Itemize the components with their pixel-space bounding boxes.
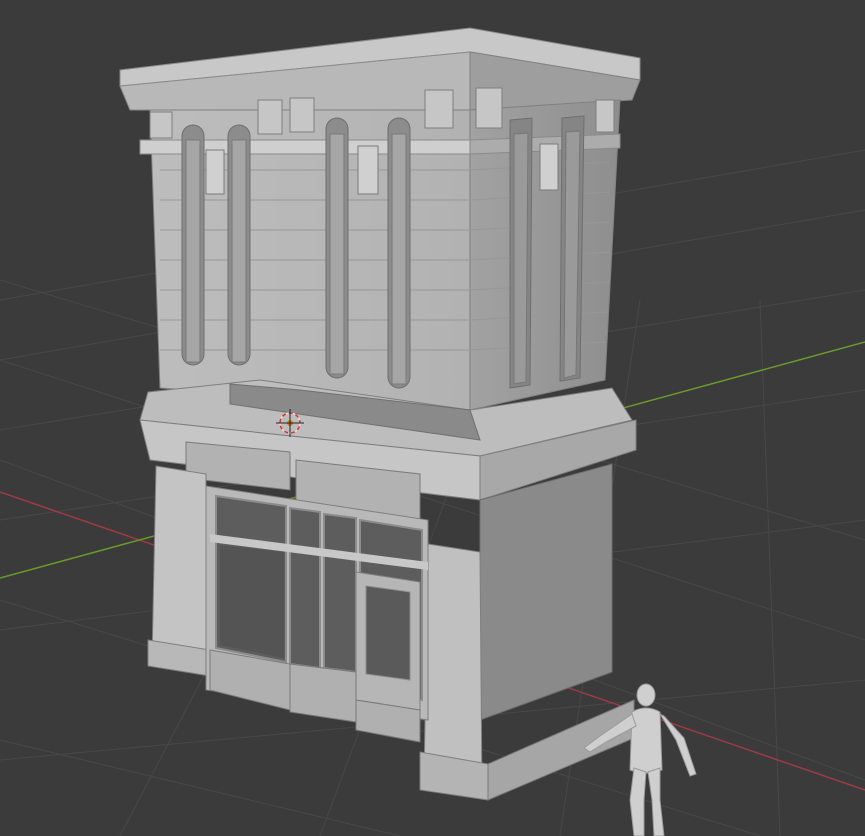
viewport-canvas[interactable] <box>0 0 865 836</box>
3d-viewport[interactable] <box>0 0 865 836</box>
building-upper-floor[interactable] <box>119 27 641 411</box>
human-scale-reference[interactable] <box>583 683 697 836</box>
shopfront-ground-floor[interactable] <box>139 379 637 801</box>
